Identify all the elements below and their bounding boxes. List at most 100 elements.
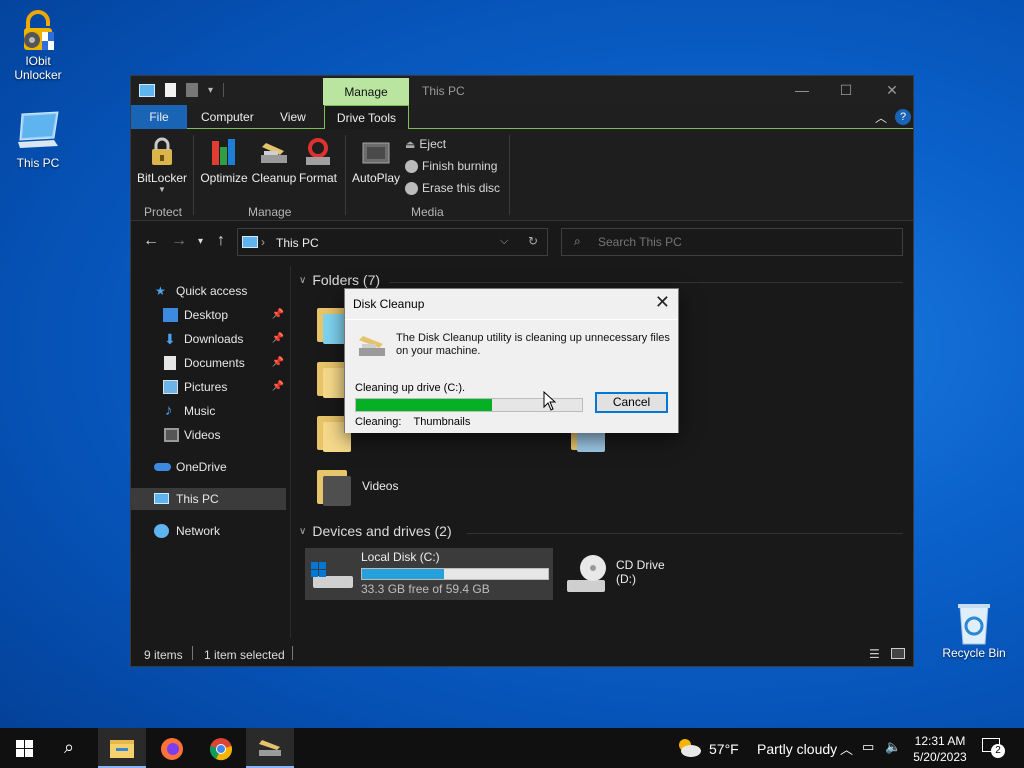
tab-view[interactable]: View <box>272 105 314 129</box>
navigation-pane: ★ Quick access Desktop 📌 ⬇ Downloads 📌 D… <box>131 266 289 638</box>
bitlocker-button[interactable]: BitLocker ▼ <box>137 137 187 194</box>
title-bar: ▾ Manage This PC — ☐ ✕ <box>131 76 913 105</box>
tab-file[interactable]: File <box>131 105 187 129</box>
properties-icon[interactable] <box>165 83 176 97</box>
minimize-button[interactable]: — <box>779 80 825 102</box>
desktop-icon-this-pc[interactable]: This PC <box>0 110 76 170</box>
computer-icon <box>154 493 169 504</box>
taskbar-file-explorer[interactable] <box>98 728 146 768</box>
finish-burning-button[interactable]: Finish burning <box>405 159 497 173</box>
music-note-icon: ♪ <box>165 402 173 419</box>
devices-section-header[interactable]: ∨ Devices and drives (2) <box>299 523 452 539</box>
search-button[interactable]: ⌕ <box>48 728 96 768</box>
sidebar-item-music[interactable]: ♪ Music <box>131 400 286 422</box>
up-arrow-icon[interactable]: ↑ <box>217 232 225 250</box>
sidebar-item-label: Documents <box>184 356 245 370</box>
search-icon: ⌕ <box>64 737 75 757</box>
eject-button[interactable]: ⏏ Eject <box>405 137 446 151</box>
pin-icon[interactable]: 📌 <box>272 304 284 326</box>
pin-icon[interactable]: 📌 <box>272 376 284 398</box>
weather-temperature[interactable]: 57°F <box>709 741 739 757</box>
bitlocker-icon <box>146 137 178 169</box>
volume-muted-icon[interactable]: 🔈 <box>885 739 901 755</box>
sidebar-item-pictures[interactable]: Pictures 📌 <box>131 376 286 398</box>
address-bar[interactable]: › This PC ⌵ ↻ <box>237 228 548 256</box>
dialog-close-icon[interactable]: ✕ <box>655 293 670 311</box>
format-button[interactable]: Format <box>297 137 339 185</box>
sidebar-item-documents[interactable]: Documents 📌 <box>131 352 286 374</box>
taskbar-firefox[interactable] <box>148 728 196 768</box>
taskbar-disk-cleanup[interactable] <box>246 728 294 768</box>
clock-date[interactable]: 5/20/2023 <box>913 750 967 764</box>
sidebar-item-videos[interactable]: Videos <box>131 424 286 446</box>
collapse-ribbon-icon[interactable]: ︿ <box>875 109 887 126</box>
notification-center-button[interactable]: 2 <box>982 738 1005 758</box>
sidebar-item-onedrive[interactable]: OneDrive <box>131 456 286 478</box>
taskbar-chrome[interactable] <box>197 728 245 768</box>
sidebar-item-this-pc[interactable]: This PC <box>131 488 286 510</box>
network-tray-icon[interactable]: ▭ <box>862 739 874 755</box>
cancel-button[interactable]: Cancel <box>595 392 668 413</box>
search-input[interactable] <box>598 233 888 251</box>
recent-locations-icon[interactable]: ▾ <box>198 236 203 247</box>
partly-cloudy-icon[interactable] <box>676 736 702 758</box>
desktop-icon-iobit-unlocker[interactable]: IObit Unlocker <box>0 8 76 82</box>
disc-icon <box>405 159 418 173</box>
large-icons-view-icon[interactable] <box>891 648 905 659</box>
help-icon[interactable]: ? <box>895 109 911 125</box>
sidebar-item-downloads[interactable]: ⬇ Downloads 📌 <box>131 328 286 350</box>
pane-splitter[interactable] <box>290 266 291 638</box>
sidebar-item-label: Desktop <box>184 308 229 322</box>
folder-videos[interactable] <box>315 466 351 506</box>
forward-arrow-icon[interactable]: → <box>171 232 187 250</box>
weather-description[interactable]: Partly cloudy <box>757 741 837 757</box>
tab-drive-tools[interactable]: Drive Tools <box>324 105 409 130</box>
clock-time[interactable]: 12:31 AM <box>913 734 967 748</box>
drive-local-disk-c[interactable]: Local Disk (C:) 33.3 GB free of 59.4 GB <box>305 548 553 600</box>
tab-computer[interactable]: Computer <box>193 105 262 129</box>
manage-context-tab[interactable]: Manage <box>323 78 409 105</box>
maximize-button[interactable]: ☐ <box>823 80 869 102</box>
address-dropdown-icon[interactable]: ⌵ <box>500 235 508 248</box>
autoplay-button[interactable]: AutoPlay <box>351 137 401 185</box>
sidebar-item-quick-access[interactable]: ★ Quick access <box>131 280 286 302</box>
erase-disc-button[interactable]: Erase this disc <box>405 181 500 195</box>
chrome-icon <box>210 738 232 761</box>
back-arrow-icon[interactable]: ← <box>143 232 159 250</box>
pin-icon[interactable]: 📌 <box>272 352 284 374</box>
status-divider <box>192 646 193 660</box>
drive-cd-d[interactable]: CD Drive (D:) <box>563 554 683 598</box>
sidebar-item-desktop[interactable]: Desktop 📌 <box>131 304 286 326</box>
refresh-icon[interactable]: ↻ <box>528 234 538 248</box>
pin-icon[interactable]: 📌 <box>272 328 284 350</box>
computer-icon[interactable] <box>139 83 155 97</box>
dialog-body: The Disk Cleanup utility is cleaning up … <box>345 319 678 433</box>
sidebar-item-label: OneDrive <box>176 460 227 474</box>
optimize-button[interactable]: Optimize <box>199 137 249 185</box>
autoplay-icon <box>360 137 392 169</box>
cloud-icon <box>154 463 171 471</box>
drive-name: Local Disk (C:) <box>361 550 440 564</box>
desktop-icon-recycle-bin[interactable]: Recycle Bin <box>936 600 1012 660</box>
network-icon <box>154 524 169 538</box>
drive-usage-fill <box>362 569 444 579</box>
cleaning-label: Cleaning: <box>355 416 402 428</box>
sidebar-item-network[interactable]: Network <box>131 520 286 542</box>
customize-toolbar-icon[interactable]: ▾ <box>208 85 213 96</box>
chevron-down-icon: ∨ <box>299 274 307 286</box>
folder-label: Videos <box>362 479 399 493</box>
close-button[interactable]: ✕ <box>869 80 915 102</box>
show-hidden-icons-icon[interactable]: ︿ <box>840 739 853 758</box>
navigation-bar: ← → ▾ ↑ › This PC ⌵ ↻ ⌕ <box>131 224 913 260</box>
star-icon: ★ <box>155 284 166 298</box>
notification-count-badge: 2 <box>991 744 1005 758</box>
details-view-icon[interactable]: ☰ <box>869 647 880 661</box>
erase-disc-label: Erase this disc <box>422 181 501 195</box>
group-manage-label: Manage <box>248 205 292 219</box>
start-button[interactable] <box>0 728 48 768</box>
folders-section-header[interactable]: ∨ Folders (7) <box>299 272 380 288</box>
new-folder-icon[interactable] <box>186 83 198 97</box>
cleanup-button[interactable]: Cleanup <box>251 137 297 185</box>
search-box[interactable]: ⌕ <box>561 228 903 256</box>
finish-burning-label: Finish burning <box>422 159 498 173</box>
